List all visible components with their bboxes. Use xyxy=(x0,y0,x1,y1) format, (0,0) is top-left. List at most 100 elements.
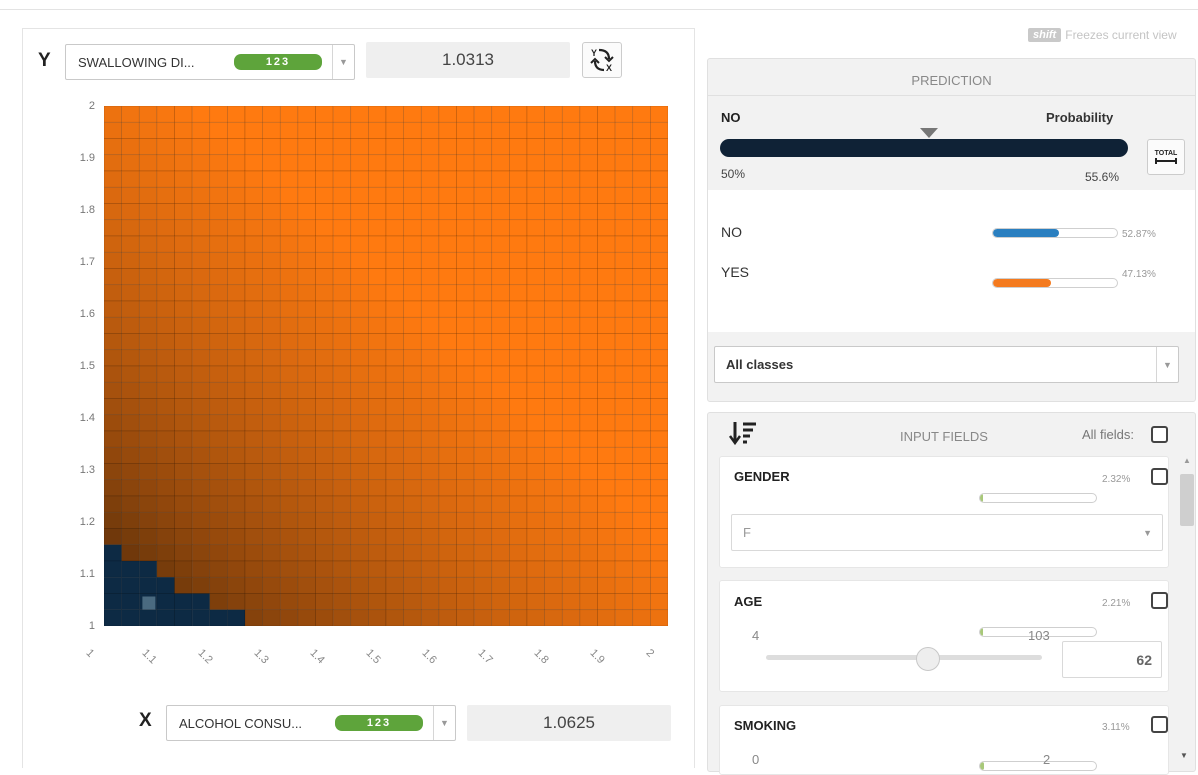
heatmap-cell[interactable] xyxy=(473,593,493,611)
heatmap-cell[interactable] xyxy=(526,106,545,123)
heatmap-cell[interactable] xyxy=(561,365,581,383)
heatmap-cell[interactable] xyxy=(368,593,387,611)
heatmap-cell[interactable] xyxy=(491,544,510,562)
heatmap-cell[interactable] xyxy=(332,203,352,221)
heatmap-cell[interactable] xyxy=(579,446,598,464)
heatmap-cell[interactable] xyxy=(174,381,193,399)
heatmap-cell[interactable] xyxy=(332,479,352,497)
heatmap-cell[interactable] xyxy=(209,463,228,481)
heatmap-cell[interactable] xyxy=(509,251,528,269)
heatmap-cell[interactable] xyxy=(174,495,193,513)
heatmap-cell[interactable] xyxy=(244,365,263,383)
heatmap-cell[interactable] xyxy=(262,300,281,318)
heatmap-cell[interactable] xyxy=(420,365,440,383)
heatmap-cell[interactable] xyxy=(544,414,563,432)
heatmap-cell[interactable] xyxy=(561,203,581,221)
heatmap-cell[interactable] xyxy=(403,154,422,172)
heatmap-cell[interactable] xyxy=(491,138,510,156)
heatmap-cell[interactable] xyxy=(227,170,246,188)
heatmap-cell[interactable] xyxy=(509,495,528,513)
heatmap-cell[interactable] xyxy=(403,528,422,546)
heatmap-cell[interactable] xyxy=(262,511,281,529)
heatmap-cell[interactable] xyxy=(438,479,457,497)
heatmap-cell[interactable] xyxy=(174,333,193,351)
heatmap-cell[interactable] xyxy=(209,106,228,123)
heatmap-cell[interactable] xyxy=(297,560,316,578)
heatmap-cell[interactable] xyxy=(368,414,387,432)
heatmap-cell[interactable] xyxy=(385,349,404,367)
heatmap-cell[interactable] xyxy=(104,479,122,497)
heatmap-cell[interactable] xyxy=(632,235,651,253)
heatmap-cell[interactable] xyxy=(279,268,299,286)
heatmap-cell[interactable] xyxy=(385,593,404,611)
heatmap-cell[interactable] xyxy=(315,251,334,269)
heatmap-cell[interactable] xyxy=(614,186,634,204)
heatmap-cell[interactable] xyxy=(491,186,510,204)
heatmap-cell[interactable] xyxy=(491,576,510,594)
heatmap-cell[interactable] xyxy=(579,511,598,529)
heatmap-cell[interactable] xyxy=(385,511,404,529)
heatmap-cell[interactable] xyxy=(561,186,581,204)
heatmap-cell[interactable] xyxy=(174,170,193,188)
heatmap-cell[interactable] xyxy=(104,219,122,237)
heatmap-cell[interactable] xyxy=(279,544,299,562)
heatmap-cell[interactable] xyxy=(332,300,352,318)
heatmap-cell[interactable] xyxy=(315,121,334,139)
heatmap-cell[interactable] xyxy=(403,495,422,513)
heatmap-cell[interactable] xyxy=(473,333,493,351)
heatmap-cell[interactable] xyxy=(561,609,581,626)
heatmap-cell[interactable] xyxy=(544,333,563,351)
heatmap-cell[interactable] xyxy=(597,219,616,237)
heatmap-cell[interactable] xyxy=(227,251,246,269)
heatmap-cell[interactable] xyxy=(209,203,228,221)
heatmap-cell[interactable] xyxy=(579,609,598,626)
heatmap-cell[interactable] xyxy=(544,219,563,237)
heatmap-cell[interactable] xyxy=(491,446,510,464)
heatmap-cell[interactable] xyxy=(491,235,510,253)
heatmap-cell[interactable] xyxy=(279,430,299,448)
heatmap-cell[interactable] xyxy=(650,154,668,172)
field-checkbox-age[interactable] xyxy=(1151,592,1168,609)
heatmap-cell[interactable] xyxy=(244,170,263,188)
heatmap-cell[interactable] xyxy=(332,186,352,204)
heatmap-cell[interactable] xyxy=(191,170,211,188)
heatmap-cell[interactable] xyxy=(561,138,581,156)
heatmap-cell[interactable] xyxy=(456,138,475,156)
heatmap-cell[interactable] xyxy=(368,203,387,221)
swap-axes-button[interactable]: Y X xyxy=(582,42,622,78)
heatmap-cell[interactable] xyxy=(579,251,598,269)
heatmap-cell[interactable] xyxy=(350,219,369,237)
heatmap-cell[interactable] xyxy=(279,446,299,464)
heatmap-cell[interactable] xyxy=(403,170,422,188)
heatmap-cell[interactable] xyxy=(650,609,668,626)
heatmap-cell[interactable] xyxy=(138,268,158,286)
heatmap-cell[interactable] xyxy=(526,593,545,611)
heatmap-cell[interactable] xyxy=(350,268,369,286)
heatmap-cell[interactable] xyxy=(561,106,581,123)
heatmap-cell[interactable] xyxy=(332,138,352,156)
heatmap-cell[interactable] xyxy=(332,609,352,626)
heatmap-cell[interactable] xyxy=(104,398,122,416)
heatmap-cell[interactable] xyxy=(209,528,228,546)
heatmap-cell[interactable] xyxy=(614,106,634,123)
heatmap-cell[interactable] xyxy=(262,495,281,513)
heatmap-cell[interactable] xyxy=(315,430,334,448)
heatmap-cell[interactable] xyxy=(121,138,140,156)
heatmap-cell[interactable] xyxy=(438,154,457,172)
heatmap-cell[interactable] xyxy=(597,414,616,432)
scroll-down-icon[interactable]: ▼ xyxy=(1180,751,1188,760)
heatmap-cell[interactable] xyxy=(632,414,651,432)
heatmap-cell[interactable] xyxy=(262,121,281,139)
heatmap-cell[interactable] xyxy=(509,593,528,611)
heatmap-cell[interactable] xyxy=(315,138,334,156)
heatmap-cell[interactable] xyxy=(597,300,616,318)
heatmap-cell[interactable] xyxy=(650,511,668,529)
heatmap-cell[interactable] xyxy=(332,170,352,188)
heatmap-cell[interactable] xyxy=(368,560,387,578)
heatmap-cell[interactable] xyxy=(156,381,175,399)
heatmap-cell[interactable] xyxy=(420,251,440,269)
heatmap-cell[interactable] xyxy=(368,268,387,286)
heatmap-cell[interactable] xyxy=(191,300,211,318)
heatmap-cell[interactable] xyxy=(473,349,493,367)
heatmap-cell[interactable] xyxy=(121,235,140,253)
